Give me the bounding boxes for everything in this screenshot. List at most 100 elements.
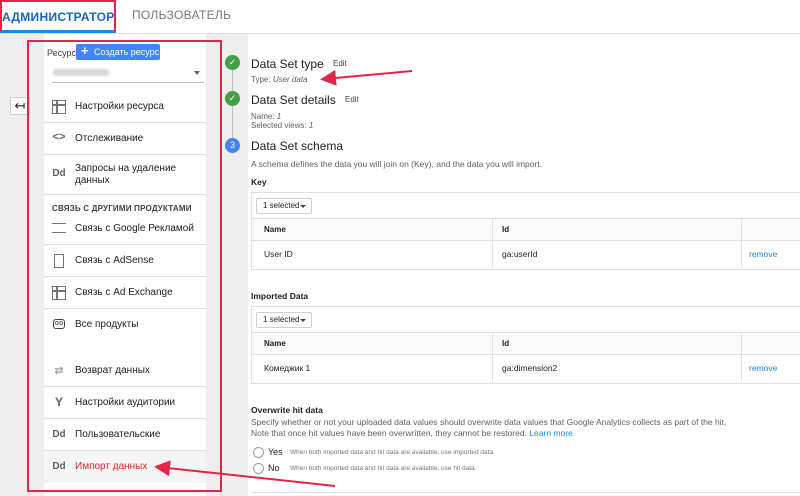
adsense-icon — [54, 254, 64, 268]
resource-select[interactable] — [52, 65, 204, 83]
sidebar-item-data-return[interactable]: ⇄ Возврат данных — [44, 355, 206, 387]
sidebar-item-deletion-requests[interactable]: Dd Запросы на удаление данных — [44, 155, 206, 195]
bottom-divider — [251, 492, 800, 493]
imported-select-button[interactable]: 1 selected — [256, 312, 312, 328]
tab-administrator[interactable]: АДМИНИСТРАТОР — [0, 0, 116, 33]
sidebar-item-label: Связь с AdSense — [75, 255, 154, 266]
sidebar-item-tracking[interactable]: <> Отслеживание — [44, 123, 206, 155]
step1-type-label: Type: — [251, 75, 271, 84]
overwrite-no-description: When both imported data and hit data are… — [290, 465, 477, 472]
imported-row-name: Комеджик 1 — [264, 363, 311, 373]
sidebar-item-label: Возврат данных — [75, 365, 150, 376]
column-header-name: Name — [264, 225, 286, 234]
resource-label: Ресурс — [47, 48, 77, 58]
sidebar-item-custom[interactable]: Dd Пользовательские — [44, 419, 206, 451]
sidebar-item-label: Связь с Google Рекламой — [75, 223, 194, 234]
column-header-name: Name — [264, 339, 286, 348]
imported-table-header-row: Name Id — [252, 333, 800, 355]
column-header-id: Id — [502, 339, 510, 348]
step2-views-label: Selected views: — [251, 121, 307, 130]
key-row-id: ga:userId — [502, 249, 538, 259]
sidebar-item-google-ads[interactable]: Связь с Google Рекламой — [44, 213, 206, 245]
key-remove-link[interactable]: remove — [749, 241, 777, 267]
overwrite-yes-radio[interactable] — [253, 447, 264, 458]
link-icon: oo — [53, 319, 65, 329]
dropdown-caret-icon — [300, 319, 306, 322]
column-divider — [492, 241, 493, 267]
key-table-header-row: Name Id — [252, 219, 800, 241]
imported-data-header: Imported Data — [251, 291, 309, 301]
sidebar-item-data-import[interactable]: Dd Импорт данных — [44, 451, 206, 483]
imported-select-label: 1 selected — [263, 315, 300, 324]
step2-views-value: 1 — [308, 121, 314, 130]
sidebar-item-resource-settings[interactable]: Настройки ресурса — [44, 91, 206, 123]
sidebar-item-label: Запросы на удаление данных — [75, 163, 177, 186]
step1-edit-link[interactable]: Edit — [333, 59, 347, 68]
step2-name-value: 1 — [276, 112, 282, 121]
imported-row-id: ga:dimension2 — [502, 363, 558, 373]
step1-type-value: User data — [272, 75, 308, 84]
table-row: User ID ga:userId remove — [252, 241, 800, 267]
table-row: Комеджик 1 ga:dimension2 remove — [252, 355, 800, 381]
adexchange-icon — [52, 286, 66, 300]
column-divider — [741, 355, 742, 381]
code-icon: <> — [52, 131, 66, 143]
step1-title: Data Set type — [251, 57, 324, 71]
sidebar-item-label: Отслеживание — [75, 133, 144, 144]
imported-table-toolbar: 1 selected — [252, 307, 800, 333]
create-resource-label: Создать ресурс — [94, 47, 160, 57]
column-divider — [741, 219, 742, 240]
sidebar-item-adsense[interactable]: Связь с AdSense — [44, 245, 206, 277]
step2-name-label: Name: — [251, 112, 275, 121]
imported-remove-link[interactable]: remove — [749, 355, 777, 381]
step2-edit-link[interactable]: Edit — [345, 95, 359, 104]
key-select-label: 1 selected — [263, 201, 300, 210]
key-select-button[interactable]: 1 selected — [256, 198, 312, 214]
overwrite-description-line1: Specify whether or not your uploaded dat… — [251, 417, 727, 427]
sidebar-item-all-products[interactable]: oo Все продукты — [44, 309, 206, 341]
key-table: 1 selected Name Id User ID ga:userId rem… — [251, 192, 800, 270]
create-resource-button[interactable]: + Создать ресурс — [76, 43, 160, 60]
sidebar-item-label: Импорт данных — [75, 461, 148, 472]
dd-icon: Dd — [52, 461, 66, 472]
column-divider — [492, 219, 493, 240]
sidebar-item-label: Все продукты — [75, 319, 139, 330]
annotation-arrow-type — [320, 69, 413, 86]
resource-name-redacted — [53, 69, 109, 76]
column-header-id: Id — [502, 225, 510, 234]
ads-icon — [52, 223, 66, 233]
sidebar-item-label: Настройки аудитории — [75, 397, 176, 408]
dropdown-caret-icon — [194, 71, 200, 75]
sidebar-item-ad-exchange[interactable]: Связь с Ad Exchange — [44, 277, 206, 309]
overwrite-yes-label[interactable]: Yes — [268, 447, 283, 457]
dd-icon: Dd — [52, 429, 66, 440]
key-table-toolbar: 1 selected — [252, 193, 800, 219]
dropdown-caret-icon — [300, 205, 306, 208]
overwrite-no-label[interactable]: No — [268, 463, 280, 473]
tab-user[interactable]: ПОЛЬЗОВАТЕЛЬ — [132, 0, 231, 33]
key-header: Key — [251, 177, 267, 187]
learn-more-link[interactable]: Learn more — [529, 428, 572, 438]
column-divider — [741, 241, 742, 267]
step3-number: 3 — [225, 138, 240, 153]
overwrite-description-line2: Note that once hit values have been over… — [251, 428, 573, 439]
imported-data-table: 1 selected Name Id Комеджик 1 ga:dimensi… — [251, 306, 800, 384]
sidebar-item-audience-settings[interactable]: Y Настройки аудитории — [44, 387, 206, 419]
sidebar-item-label: Связь с Ad Exchange — [75, 287, 173, 298]
column-divider — [492, 355, 493, 381]
step2-meta: Name: 1 Selected views: 1 — [251, 112, 313, 130]
step-complete-check-icon: ✓ — [225, 91, 240, 106]
overwrite-yes-description: When both imported data and hit data are… — [290, 449, 495, 456]
step3-title: Data Set schema — [251, 139, 344, 153]
column-divider — [741, 333, 742, 354]
step1-meta: Type: User data — [251, 75, 308, 84]
overwrite-no-radio[interactable] — [253, 463, 264, 474]
swap-icon: ⇄ — [54, 365, 64, 377]
step3-description: A schema defines the data you will join … — [251, 159, 543, 169]
back-arrow-icon[interactable]: ↤ — [10, 97, 30, 115]
top-tab-bar: АДМИНИСТРАТОР ПОЛЬЗОВАТЕЛЬ — [0, 0, 800, 34]
settings-window-icon — [52, 100, 66, 114]
step2-title: Data Set details — [251, 93, 336, 107]
fork-icon: Y — [54, 395, 63, 409]
column-divider — [492, 333, 493, 354]
